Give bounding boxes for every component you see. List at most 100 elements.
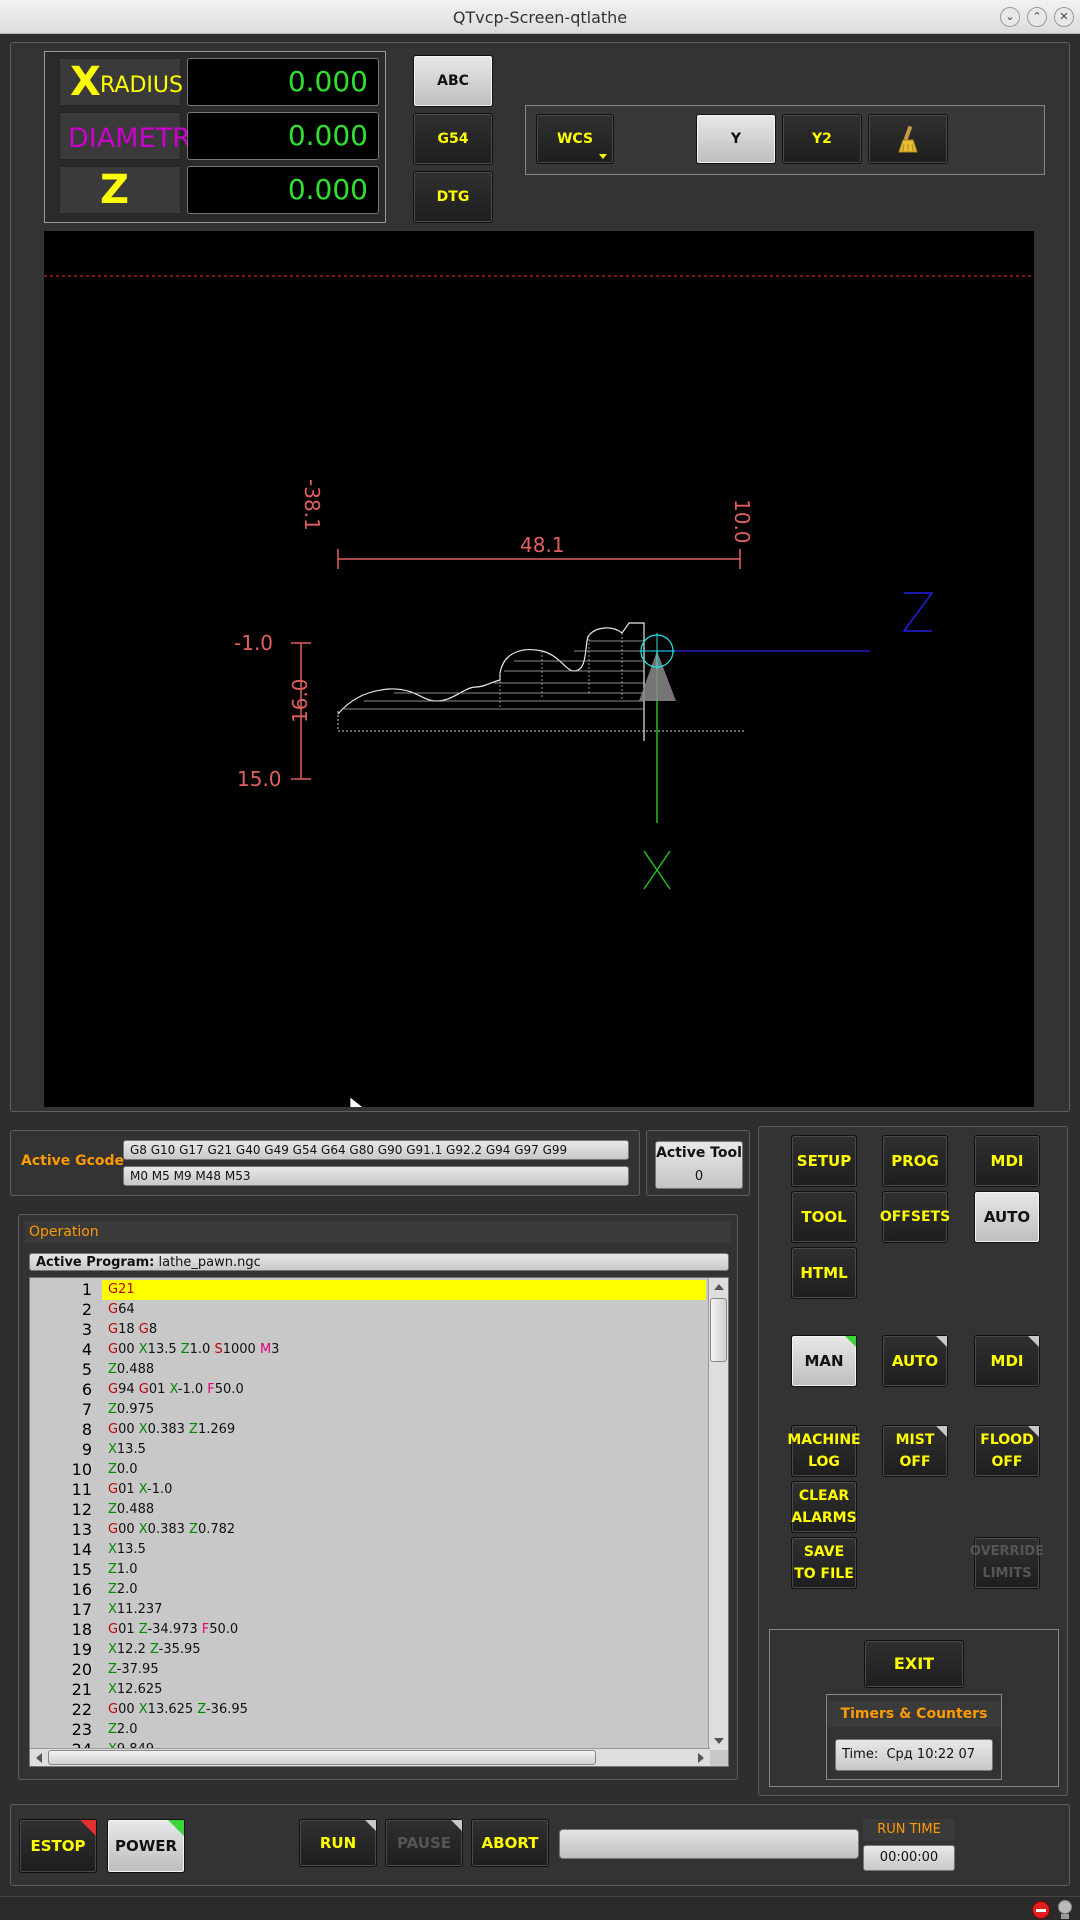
- auto-mode-button[interactable]: AUTO: [882, 1335, 948, 1387]
- override-limits-button[interactable]: OVERRIDE LIMITS: [970, 1537, 1044, 1589]
- run-button[interactable]: RUN: [299, 1819, 377, 1867]
- gcode-token: Z: [108, 1562, 117, 1577]
- gcode-row[interactable]: 14 X13.5: [30, 1540, 706, 1560]
- active-program-label: Active Program:: [36, 1255, 155, 1270]
- line-number: 17: [71, 1600, 92, 1619]
- gcode-row[interactable]: 4 G00 X13.5 Z1.0 S1000 M3: [30, 1340, 706, 1360]
- gcode-token: 12.2: [116, 1642, 150, 1657]
- maximize-icon[interactable]: ⌃: [1027, 7, 1047, 27]
- gcode-row[interactable]: 9 X13.5: [30, 1440, 706, 1460]
- gcode-token: Z: [197, 1702, 206, 1717]
- pause-button[interactable]: PAUSE: [385, 1819, 463, 1867]
- gcode-row[interactable]: 5 Z0.488: [30, 1360, 706, 1380]
- setup-button[interactable]: SETUP: [791, 1135, 857, 1187]
- exit-button[interactable]: EXIT: [864, 1640, 964, 1688]
- gcode-row[interactable]: 16 Z2.0: [30, 1580, 706, 1600]
- gcode-row[interactable]: 2 G64: [30, 1300, 706, 1320]
- line-number: 16: [71, 1580, 92, 1599]
- abort-button[interactable]: ABORT: [471, 1819, 549, 1867]
- dro-z-letter: Z: [100, 167, 130, 213]
- gcode-text: X12.625: [102, 1680, 706, 1700]
- horizontal-scroll-thumb[interactable]: [48, 1750, 596, 1765]
- g54-button[interactable]: G54: [413, 113, 493, 165]
- line-number: 10: [71, 1460, 92, 1479]
- scroll-left-icon[interactable]: [36, 1753, 42, 1763]
- gcode-token: -35.95: [158, 1642, 201, 1657]
- gcode-row[interactable]: 12 Z0.488: [30, 1500, 706, 1520]
- gcode-row[interactable]: 8 G00 X0.383 Z1.269: [30, 1420, 706, 1440]
- mist-button[interactable]: MIST OFF: [882, 1425, 948, 1477]
- vertical-scrollbar[interactable]: [708, 1278, 728, 1750]
- close-icon[interactable]: ✕: [1054, 7, 1074, 27]
- gcode-row[interactable]: 20 Z-37.95: [30, 1660, 706, 1680]
- save-to-file-button[interactable]: SAVE TO FILE: [791, 1537, 857, 1589]
- gcode-row[interactable]: 15 Z1.0: [30, 1560, 706, 1580]
- mdi-page-button[interactable]: MDI: [974, 1135, 1040, 1187]
- prog-button[interactable]: PROG: [882, 1135, 948, 1187]
- auto-mode-label: AUTO: [891, 1352, 939, 1370]
- power-button[interactable]: POWER: [107, 1819, 185, 1873]
- gcode-token: 0.488: [116, 1362, 155, 1377]
- gcode-token: Z: [108, 1582, 117, 1597]
- gcode-row[interactable]: 23 Z2.0: [30, 1720, 706, 1740]
- active-program-field: Active Program: lathe_pawn.ngc: [29, 1253, 729, 1271]
- gcode-row[interactable]: 19 X12.2 Z-35.95: [30, 1640, 706, 1660]
- operation-panel: Operation Active Program: lathe_pawn.ngc…: [18, 1214, 738, 1780]
- mist-label: MIST OFF: [895, 1432, 935, 1470]
- gcode-token: 0.383: [147, 1522, 190, 1537]
- abc-button[interactable]: ABC: [413, 55, 493, 107]
- gcode-row[interactable]: 10 Z0.0: [30, 1460, 706, 1480]
- gcode-row[interactable]: 21 X12.625: [30, 1680, 706, 1700]
- estop-button[interactable]: ESTOP: [19, 1819, 97, 1873]
- timers-panel: Timers & Counters Time: Срд 10:22 07: [826, 1694, 1002, 1780]
- gcode-row[interactable]: 6 G94 G01 X-1.0 F50.0: [30, 1380, 706, 1400]
- lightbulb-icon[interactable]: [1058, 1900, 1074, 1920]
- view-y-button[interactable]: Y: [696, 114, 776, 164]
- gcode-row[interactable]: 22 G00 X13.625 Z-36.95: [30, 1700, 706, 1720]
- wcs-button[interactable]: WCS: [536, 114, 614, 164]
- gcode-row[interactable]: 11 G01 X-1.0: [30, 1480, 706, 1500]
- gcode-token: -1.0: [177, 1382, 208, 1397]
- man-mode-button[interactable]: MAN: [791, 1335, 857, 1387]
- view-y2-button[interactable]: Y2: [782, 114, 862, 164]
- run-label: RUN: [319, 1834, 357, 1852]
- error-status-icon[interactable]: [1032, 1901, 1050, 1919]
- active-tool-value: 0: [694, 1169, 704, 1184]
- gcode-row[interactable]: 7 Z0.975: [30, 1400, 706, 1420]
- toolpath-plot[interactable]: -38.1 10.0 48.1 -1.0 15.0 16.0: [44, 231, 1034, 1107]
- offsets-button[interactable]: OFFSETS: [880, 1191, 950, 1243]
- gcode-row[interactable]: 13 G00 X0.383 Z0.782: [30, 1520, 706, 1540]
- gcode-token: 1.0: [189, 1342, 215, 1357]
- flood-button[interactable]: FLOOD OFF: [974, 1425, 1040, 1477]
- scroll-down-icon[interactable]: [714, 1738, 724, 1744]
- scroll-up-icon[interactable]: [714, 1284, 724, 1290]
- progress-bar: [559, 1829, 859, 1859]
- horizontal-scrollbar[interactable]: [30, 1748, 710, 1766]
- flood-label: FLOOD OFF: [980, 1432, 1034, 1470]
- gcode-row[interactable]: 3 G18 G8: [30, 1320, 706, 1340]
- gcode-row[interactable]: 1 G21: [30, 1280, 706, 1300]
- tool-button[interactable]: TOOL: [791, 1191, 857, 1243]
- gcode-text: G18 G8: [102, 1320, 706, 1340]
- time-label: Time:: [842, 1747, 879, 1762]
- gcode-token: Z: [108, 1502, 117, 1517]
- gcode-token: 2.0: [116, 1722, 138, 1737]
- status-led-icon: [365, 1820, 376, 1831]
- auto-page-button[interactable]: AUTO: [974, 1191, 1040, 1243]
- vertical-scroll-thumb[interactable]: [710, 1298, 727, 1362]
- scroll-right-icon[interactable]: [698, 1753, 704, 1763]
- gcode-row[interactable]: 17 X11.237: [30, 1600, 706, 1620]
- gcode-text: G64: [102, 1300, 706, 1320]
- gcode-editor[interactable]: 1 G21 2 G64 3 G18 G8 4 G00 X13.5 Z1.0 S1000 M3 5…: [29, 1277, 729, 1767]
- minimize-icon[interactable]: ⌄: [1000, 7, 1020, 27]
- machine-log-button[interactable]: MACHINE LOG: [787, 1425, 861, 1477]
- dtg-button[interactable]: DTG: [413, 171, 493, 223]
- gcode-token: 01: [118, 1482, 139, 1497]
- gcode-token: Z: [108, 1662, 117, 1677]
- clear-plot-button[interactable]: [868, 114, 948, 164]
- plot-canvas: [44, 275, 1034, 1107]
- html-button[interactable]: HTML: [791, 1247, 857, 1299]
- clear-alarms-button[interactable]: CLEAR ALARMS: [791, 1481, 857, 1533]
- mdi-mode-button[interactable]: MDI: [974, 1335, 1040, 1387]
- gcode-row[interactable]: 18 G01 Z-34.973 F50.0: [30, 1620, 706, 1640]
